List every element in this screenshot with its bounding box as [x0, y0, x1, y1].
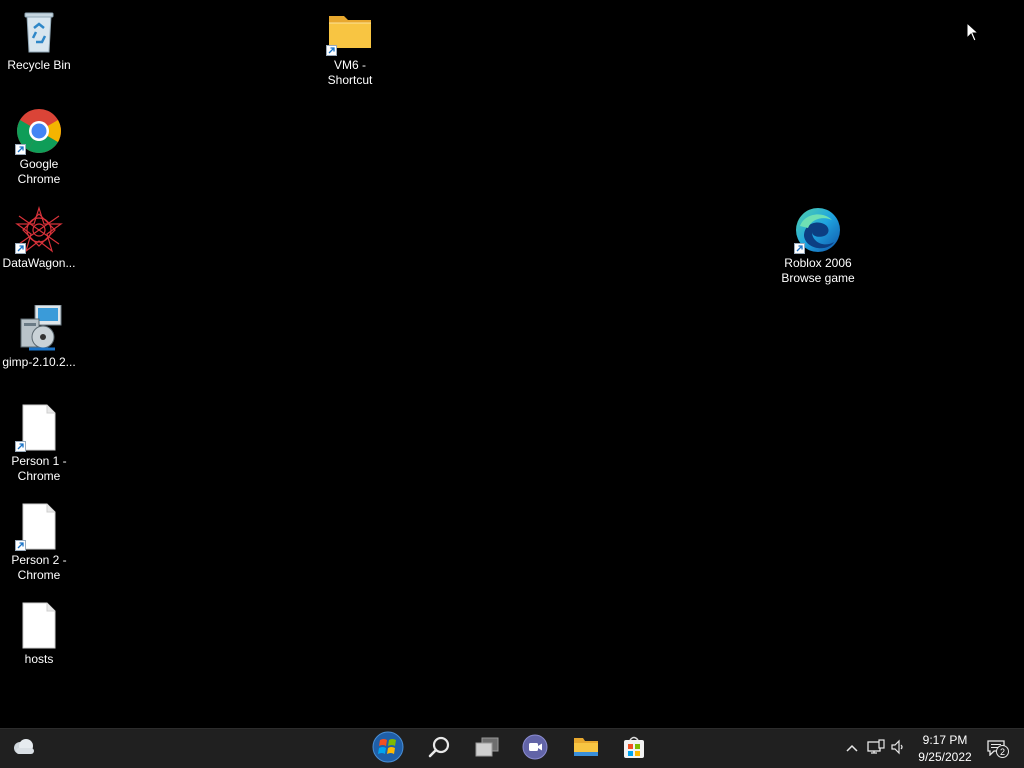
- desktop-icon-label: VM6 - Shortcut: [327, 58, 373, 87]
- folder-icon: [326, 8, 374, 56]
- clock-date: 9/25/2022: [918, 750, 972, 764]
- desktop-icon-label: hosts: [24, 652, 54, 666]
- windows-logo-icon: [372, 731, 404, 768]
- file-explorer-button[interactable]: [570, 733, 602, 765]
- weather-cloud-icon: [11, 737, 37, 762]
- shortcut-arrow-icon: [15, 441, 26, 452]
- desktop-icon-datawagon[interactable]: DataWagon...: [1, 205, 77, 271]
- desktop[interactable]: Recycle Bin Google Chrome DataWagon... g…: [0, 0, 1024, 728]
- desktop-icon-recycle-bin[interactable]: Recycle Bin: [1, 8, 77, 73]
- desktop-icon-hosts[interactable]: hosts: [1, 602, 77, 667]
- chat-video-icon: [522, 734, 548, 765]
- chevron-up-icon: [845, 740, 859, 758]
- desktop-icon-label: gimp-2.10.2...: [2, 355, 76, 369]
- desktop-icon-label: Roblox 2006 Browse game: [781, 256, 855, 285]
- desktop-icon-label: DataWagon...: [2, 256, 76, 270]
- desktop-icon-label: Person 1 - Chrome: [11, 454, 67, 483]
- task-view-button[interactable]: [471, 733, 503, 765]
- speaker-icon: [890, 739, 906, 760]
- desktop-icon-person-2-chrome[interactable]: Person 2 - Chrome: [1, 503, 77, 583]
- desktop-icon-label: Person 2 - Chrome: [11, 553, 67, 582]
- start-button[interactable]: [372, 731, 404, 768]
- file-icon: [15, 404, 63, 452]
- network-status-button[interactable]: [867, 738, 885, 760]
- volume-button[interactable]: [889, 739, 907, 760]
- file-icon: [15, 602, 63, 650]
- search-button[interactable]: [423, 733, 455, 765]
- datawagon-star-icon: [15, 205, 63, 254]
- desktop-icon-label: Recycle Bin: [7, 58, 71, 72]
- recycle-bin-icon: [15, 8, 63, 56]
- file-icon: [15, 503, 63, 551]
- shortcut-arrow-icon: [326, 45, 337, 56]
- shortcut-arrow-icon: [15, 540, 26, 551]
- search-icon: [427, 735, 451, 764]
- taskbar-clock[interactable]: 9:17 PM 9/25/2022: [912, 732, 978, 766]
- taskbar: 9:17 PM 9/25/2022 2: [0, 728, 1024, 768]
- chrome-icon: [15, 107, 63, 155]
- desktop-icon-vm6-shortcut[interactable]: VM6 - Shortcut: [312, 8, 388, 88]
- clock-time: 9:17 PM: [922, 733, 968, 747]
- desktop-icon-roblox-2006-browse-game[interactable]: Roblox 2006 Browse game: [780, 206, 856, 286]
- shortcut-arrow-icon: [15, 144, 26, 155]
- microsoft-store-button[interactable]: [618, 733, 650, 765]
- notification-icon: 2: [987, 740, 1009, 758]
- folder-icon: [572, 735, 600, 764]
- show-hidden-icons-button[interactable]: [843, 740, 861, 758]
- notification-center-button[interactable]: 2: [986, 740, 1010, 758]
- installer-icon: [15, 304, 63, 353]
- notification-count-badge: 2: [996, 745, 1009, 758]
- chat-button[interactable]: [519, 733, 551, 765]
- shortcut-arrow-icon: [15, 243, 26, 254]
- task-view-icon: [474, 736, 500, 763]
- desktop-icon-gimp-installer[interactable]: gimp-2.10.2...: [1, 304, 77, 370]
- desktop-icon-google-chrome[interactable]: Google Chrome: [1, 107, 77, 187]
- desktop-icon-person-1-chrome[interactable]: Person 1 - Chrome: [1, 404, 77, 484]
- network-icon: [867, 738, 885, 760]
- shortcut-arrow-icon: [794, 243, 805, 254]
- edge-browser-icon: [794, 206, 842, 254]
- mouse-cursor-icon: [966, 21, 980, 42]
- weather-widget-button[interactable]: [8, 733, 40, 765]
- desktop-icon-label: Google Chrome: [17, 157, 61, 186]
- store-bag-icon: [621, 734, 647, 765]
